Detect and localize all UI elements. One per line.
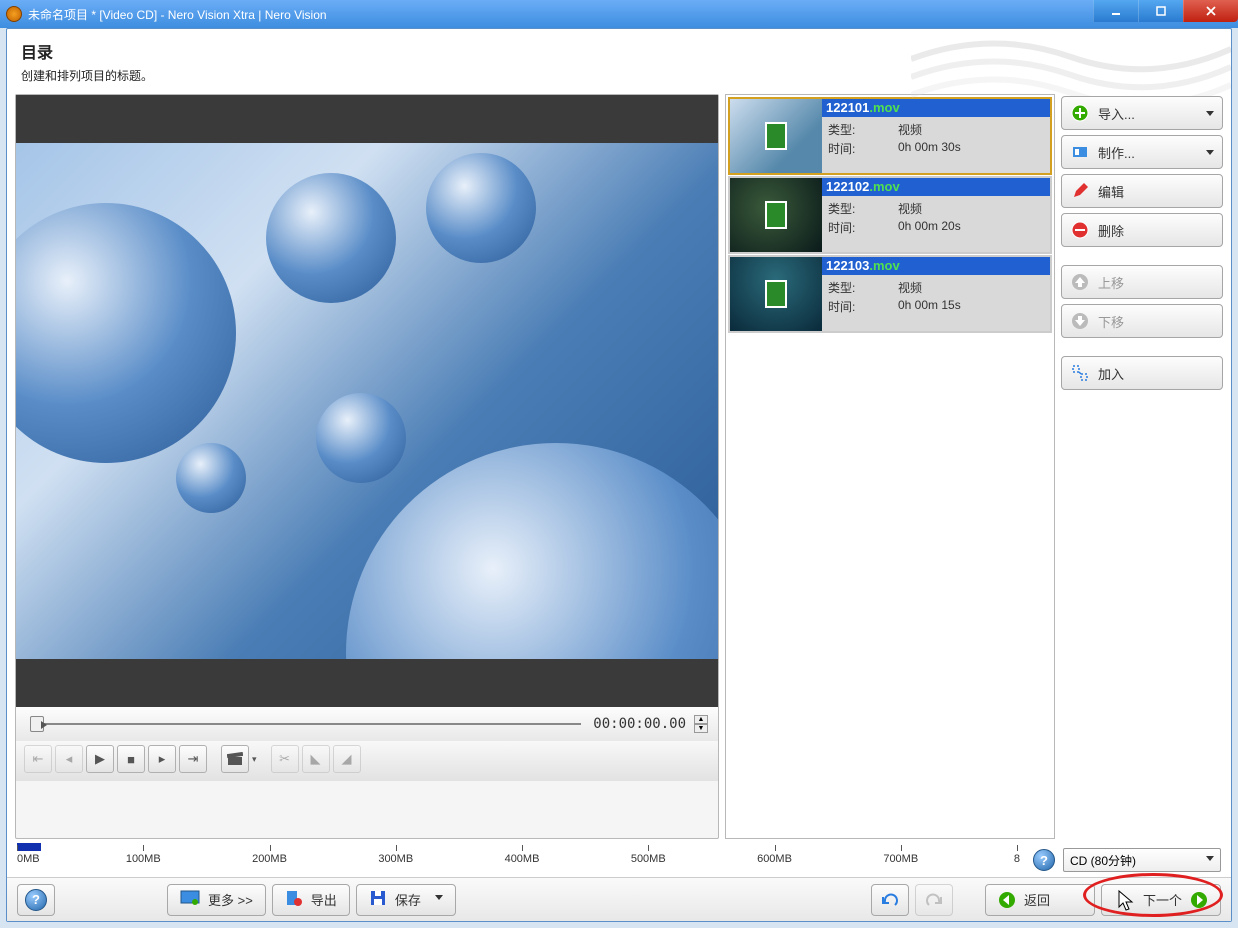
- help-icon: ?: [25, 889, 47, 911]
- transport-row: ⇤ ◂ ▶ ■ ▸ ⇥ ▾ ✂ ◣ ◢: [16, 741, 718, 781]
- timeline-row: 00:00:00.00 ▲▼: [16, 707, 718, 741]
- asset-time-label: 时间:: [828, 298, 898, 315]
- arrow-left-icon: [998, 891, 1016, 909]
- floppy-icon: [369, 889, 387, 910]
- stop-button[interactable]: ■: [117, 745, 145, 773]
- window-title: 未命名项目 * [Video CD] - Nero Vision Xtra | …: [28, 6, 327, 23]
- app-body: 目录 创建和排列项目的标题。 00:: [6, 28, 1232, 922]
- move-down-button[interactable]: 下移: [1061, 304, 1223, 338]
- arrow-right-icon: [1190, 891, 1208, 909]
- redo-button[interactable]: [915, 884, 953, 916]
- capacity-ruler-row: 0MB 100MB 200MB 300MB 400MB 500MB 600MB …: [17, 843, 1221, 877]
- arrow-up-icon: [1070, 272, 1090, 292]
- film-icon: [765, 280, 787, 308]
- asset-type-value: 视频: [898, 279, 1044, 296]
- undo-icon: [881, 891, 899, 909]
- film-icon: [765, 122, 787, 150]
- capacity-ruler[interactable]: 0MB 100MB 200MB 300MB 400MB 500MB 600MB …: [17, 843, 1027, 873]
- asset-thumbnail: [730, 257, 822, 331]
- capacity-used: [17, 843, 41, 851]
- save-button[interactable]: 保存: [356, 884, 456, 916]
- prev-marker-button[interactable]: ◣: [302, 745, 330, 773]
- film-icon: [765, 201, 787, 229]
- asset-name: 122103.mov: [822, 257, 1050, 275]
- side-actions: 导入... 制作... 编辑 删除 上移 下移: [1061, 94, 1223, 839]
- content-row: 00:00:00.00 ▲▼ ⇤ ◂ ▶ ■ ▸ ⇥ ▾ ✂ ◣ ◢: [7, 90, 1231, 839]
- close-button[interactable]: [1183, 0, 1238, 22]
- asset-info: 122101.mov 类型:视频 时间:0h 00m 30s: [822, 99, 1050, 173]
- asset-time-label: 时间:: [828, 140, 898, 157]
- asset-type-value: 视频: [898, 121, 1044, 138]
- video-frame: [16, 143, 718, 659]
- mark-in-button[interactable]: ⇤: [24, 745, 52, 773]
- video-preview[interactable]: [16, 95, 718, 707]
- titlebar: 未命名项目 * [Video CD] - Nero Vision Xtra | …: [0, 0, 1238, 28]
- next-button[interactable]: 下一个: [1101, 884, 1221, 916]
- timeline-track[interactable]: [26, 718, 587, 730]
- monitor-icon: [180, 890, 200, 909]
- make-icon: [1070, 142, 1090, 162]
- join-icon: [1070, 363, 1090, 383]
- arrow-down-icon: [1070, 311, 1090, 331]
- maximize-button[interactable]: [1138, 0, 1183, 22]
- export-icon: [285, 889, 303, 910]
- prev-frame-button[interactable]: ◂: [55, 745, 83, 773]
- next-marker-button[interactable]: ◢: [333, 745, 361, 773]
- redo-icon: [925, 891, 943, 909]
- asset-item[interactable]: 122101.mov 类型:视频 时间:0h 00m 30s: [728, 97, 1052, 175]
- letterbox-top: [16, 95, 718, 143]
- asset-thumbnail: [730, 178, 822, 252]
- asset-panel: 122101.mov 类型:视频 时间:0h 00m 30s 122102.mo…: [725, 94, 1055, 839]
- move-up-button[interactable]: 上移: [1061, 265, 1223, 299]
- page-subtitle: 创建和排列项目的标题。: [21, 67, 1217, 84]
- bottom-bar: ? 更多 >> 导出 保存 返回 下一个: [7, 877, 1231, 921]
- edit-button[interactable]: 编辑: [1061, 174, 1223, 208]
- minimize-button[interactable]: [1093, 0, 1138, 22]
- asset-time-value: 0h 00m 15s: [898, 298, 1044, 315]
- plus-icon: [1070, 103, 1090, 123]
- clapper-button[interactable]: [221, 745, 249, 773]
- minus-icon: [1070, 220, 1090, 240]
- asset-item[interactable]: 122102.mov 类型:视频 时间:0h 00m 20s: [728, 176, 1052, 254]
- delete-button[interactable]: 删除: [1061, 213, 1223, 247]
- asset-type-label: 类型:: [828, 200, 898, 217]
- window-controls: [1093, 0, 1238, 22]
- play-button[interactable]: ▶: [86, 745, 114, 773]
- help-button[interactable]: ?: [17, 884, 55, 916]
- join-button[interactable]: 加入: [1061, 356, 1223, 390]
- more-button[interactable]: 更多 >>: [167, 884, 266, 916]
- asset-type-label: 类型:: [828, 279, 898, 296]
- header: 目录 创建和排列项目的标题。: [7, 29, 1231, 90]
- page-title: 目录: [21, 39, 1217, 63]
- asset-info: 122102.mov 类型:视频 时间:0h 00m 20s: [822, 178, 1050, 252]
- undo-button[interactable]: [871, 884, 909, 916]
- asset-item[interactable]: 122103.mov 类型:视频 时间:0h 00m 15s: [728, 255, 1052, 333]
- letterbox-bottom: [16, 659, 718, 707]
- timeline-thumb[interactable]: [30, 716, 44, 732]
- preview-panel: 00:00:00.00 ▲▼ ⇤ ◂ ▶ ■ ▸ ⇥ ▾ ✂ ◣ ◢: [15, 94, 719, 839]
- next-frame-button[interactable]: ▸: [148, 745, 176, 773]
- export-button[interactable]: 导出: [272, 884, 350, 916]
- mark-out-button[interactable]: ⇥: [179, 745, 207, 773]
- asset-time-value: 0h 00m 20s: [898, 219, 1044, 236]
- asset-type-value: 视频: [898, 200, 1044, 217]
- asset-type-label: 类型:: [828, 121, 898, 138]
- back-button[interactable]: 返回: [985, 884, 1095, 916]
- import-button[interactable]: 导入...: [1061, 96, 1223, 130]
- asset-time-value: 0h 00m 30s: [898, 140, 1044, 157]
- asset-thumbnail: [730, 99, 822, 173]
- asset-name: 122101.mov: [822, 99, 1050, 117]
- asset-time-label: 时间:: [828, 219, 898, 236]
- help-icon[interactable]: ?: [1033, 849, 1055, 871]
- asset-name: 122102.mov: [822, 178, 1050, 196]
- make-button[interactable]: 制作...: [1061, 135, 1223, 169]
- cut-button[interactable]: ✂: [271, 745, 299, 773]
- asset-info: 122103.mov 类型:视频 时间:0h 00m 15s: [822, 257, 1050, 331]
- pencil-icon: [1070, 181, 1090, 201]
- media-select[interactable]: CD (80分钟): [1063, 848, 1221, 872]
- timecode-stepper[interactable]: ▲▼: [694, 715, 708, 733]
- timecode: 00:00:00.00: [593, 716, 686, 732]
- app-icon: [6, 6, 22, 22]
